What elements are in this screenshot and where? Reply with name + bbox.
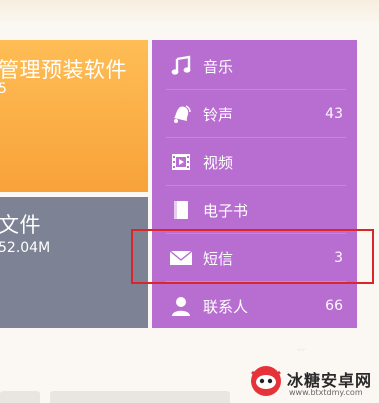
book-icon — [168, 197, 194, 223]
menu-label-ringtone: 铃声 — [203, 105, 234, 124]
files-title: 文件 — [0, 213, 41, 237]
bottom-tab-stub[interactable] — [50, 391, 230, 403]
bell-icon — [168, 101, 194, 127]
person-icon — [168, 293, 194, 319]
menu-item-ringtone[interactable]: 铃声 43 — [152, 90, 357, 138]
bottom-tab-stub[interactable] — [0, 391, 40, 403]
menu-label-video: 视频 — [203, 153, 234, 172]
menu-item-video[interactable]: 视频 — [152, 138, 357, 186]
preinstalled-apps-title: 管理预装软件 — [0, 58, 127, 82]
files-size: 52.04M — [0, 240, 51, 256]
watermark-logo — [246, 364, 286, 398]
media-category-panel: 音乐 铃声 43 视频 电子书 短信 3 联系人 66 — [152, 40, 357, 328]
menu-count-ringtone: 43 — [325, 106, 343, 122]
sms-highlight-box — [131, 229, 374, 284]
faint-decoration: ᵕᵕ — [297, 346, 306, 357]
menu-count-contacts: 66 — [325, 298, 343, 314]
menu-label-contacts: 联系人 — [203, 297, 249, 316]
menu-item-music[interactable]: 音乐 — [152, 42, 357, 90]
menu-item-ebook[interactable]: 电子书 — [152, 186, 357, 234]
music-note-icon — [168, 53, 194, 79]
menu-label-music: 音乐 — [203, 57, 234, 76]
film-icon — [168, 149, 194, 175]
menu-label-ebook: 电子书 — [203, 201, 249, 220]
watermark-url: www.btxtdmy.com — [289, 388, 363, 397]
menu-item-contacts[interactable]: 联系人 66 — [152, 282, 357, 330]
preinstalled-apps-count: 5 — [0, 81, 7, 97]
top-bar — [0, 0, 379, 22]
